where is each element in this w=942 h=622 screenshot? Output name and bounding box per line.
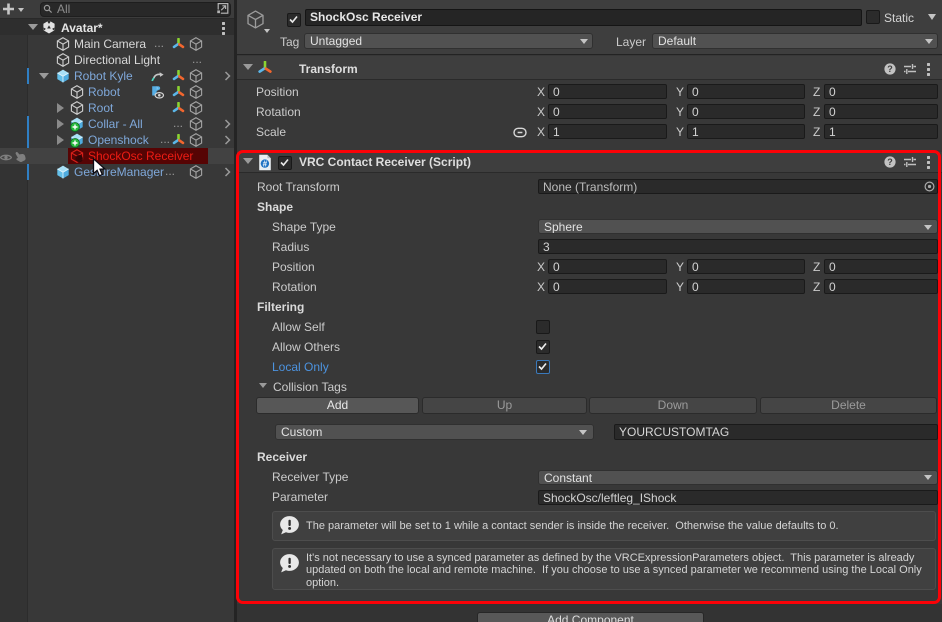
svg-text:?: ?	[887, 64, 893, 74]
